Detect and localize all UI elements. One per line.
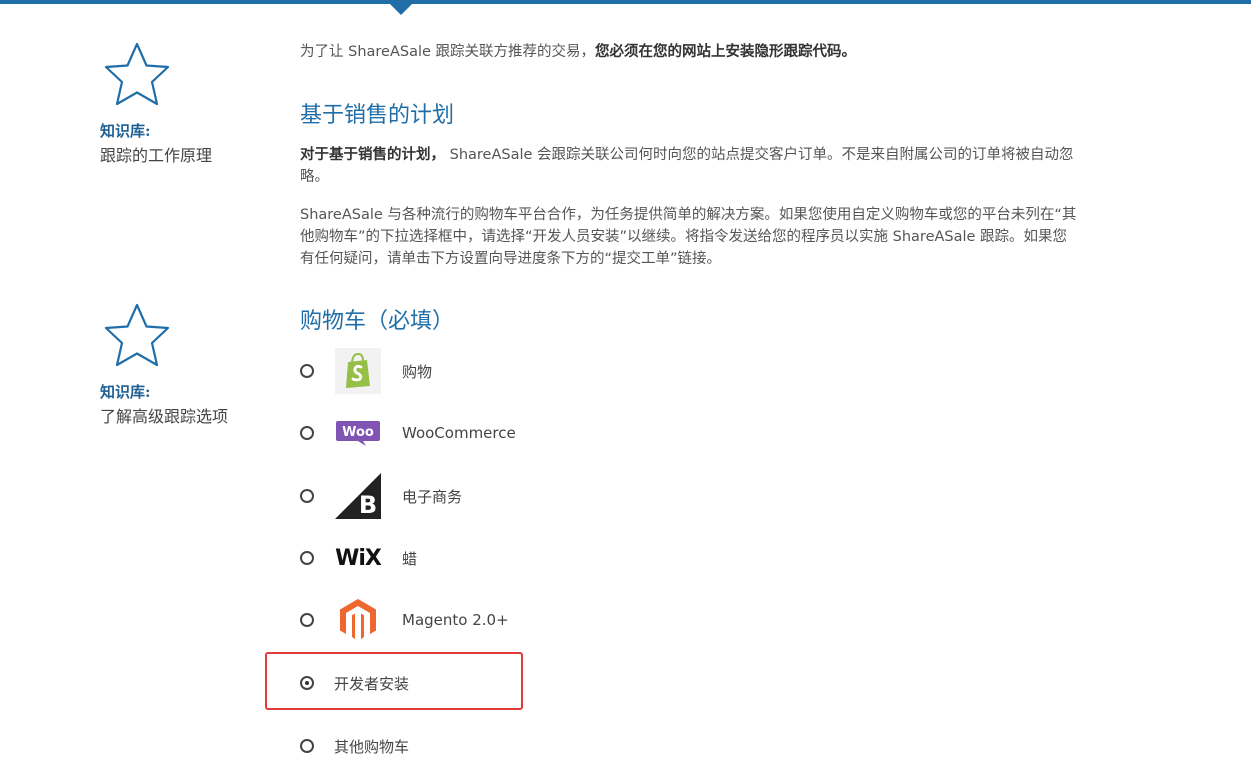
intro-section: 为了让 ShareASale 跟踪关联方推荐的交易，您必须在您的网站上安装隐形跟… — [300, 41, 1080, 63]
radio-button[interactable] — [300, 551, 314, 565]
star-icon — [104, 303, 170, 367]
section-heading-sales-plan: 基于销售的计划 — [300, 103, 455, 128]
option-label: 蜡 — [402, 549, 418, 568]
highlight-box — [265, 652, 523, 710]
sales-plan-paragraph-1: 对于基于销售的计划， ShareASale 会跟踪关联公司何时向您的站点提交客户… — [300, 147, 1074, 185]
svg-text:Woo: Woo — [342, 425, 374, 440]
kb-label: 知识库: — [100, 383, 151, 401]
radio-button[interactable] — [300, 426, 314, 440]
section-heading-cart: 购物车（必填） — [300, 309, 455, 334]
radio-button[interactable] — [300, 364, 314, 378]
radio-button[interactable] — [300, 489, 314, 503]
cart-section: 购物车（必填） — [300, 303, 1080, 335]
kb-link-how-tracking-works[interactable]: 跟踪的工作原理 — [100, 142, 212, 166]
magento-logo-icon — [334, 596, 382, 644]
radio-button[interactable] — [300, 613, 314, 627]
sales-plan-body: 对于基于销售的计划， ShareASale 会跟踪关联公司何时向您的站点提交客户… — [300, 144, 1080, 270]
woocommerce-logo-icon: Woo — [334, 409, 382, 457]
option-label: 购物 — [402, 362, 433, 381]
radio-button[interactable] — [300, 739, 314, 753]
bigcommerce-logo-icon: B — [334, 472, 382, 520]
option-label: 其他购物车 — [334, 737, 410, 756]
progress-indicator-notch — [390, 4, 412, 15]
cart-option-other[interactable]: 其他购物车 — [300, 721, 600, 771]
kb-label: 知识库: — [100, 122, 151, 140]
intro-text: 为了让 ShareASale 跟踪关联方推荐的交易，您必须在您的网站上安装隐形跟… — [300, 44, 857, 60]
top-progress-bar — [0, 0, 1251, 4]
kb-link-advanced-tracking[interactable]: 了解高级跟踪选项 — [100, 403, 228, 427]
cart-option-bigcommerce[interactable]: B 电子商务 — [300, 471, 600, 521]
cart-option-magento[interactable]: Magento 2.0+ — [300, 595, 600, 645]
sales-plan-section: 基于销售的计划 — [300, 97, 1080, 129]
wix-logo-icon: WiX — [335, 545, 382, 571]
svg-text:B: B — [359, 491, 377, 519]
option-label: Magento 2.0+ — [402, 611, 509, 629]
shopify-logo-icon — [334, 347, 382, 395]
star-icon — [104, 42, 170, 106]
cart-option-wix[interactable]: WiX 蜡 — [300, 533, 600, 583]
cart-option-shopify[interactable]: 购物 — [300, 346, 600, 396]
sales-plan-paragraph-2: ShareASale 与各种流行的购物车平台合作，为任务提供简单的解决方案。如果… — [300, 207, 1077, 267]
cart-option-woocommerce[interactable]: Woo WooCommerce — [300, 408, 600, 458]
option-label: WooCommerce — [402, 424, 516, 442]
option-label: 电子商务 — [402, 487, 463, 506]
